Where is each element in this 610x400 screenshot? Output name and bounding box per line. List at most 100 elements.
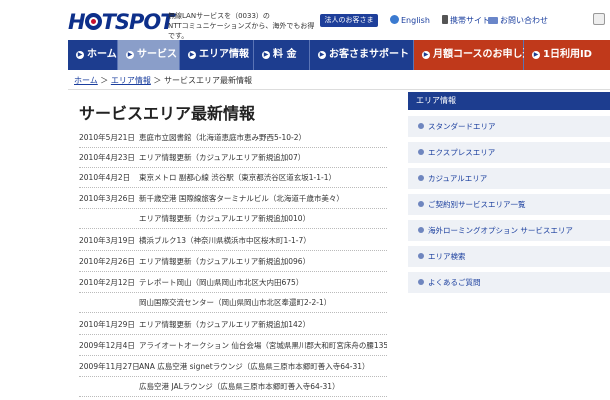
sidebar-heading: エリア情報 — [408, 92, 610, 110]
sidebar-item-contract-area-list[interactable]: ご契約別サービスエリア一覧 — [408, 194, 610, 216]
news-date: 2009年11月27日 — [79, 362, 140, 371]
news-row: 2010年2月12日 テレポート岡山（岡山県岡山市北区大内田675） — [79, 273, 387, 293]
page-title: サービスエリア最新情報 — [79, 104, 256, 123]
news-date: 2009年12月4日 — [79, 341, 135, 350]
logo-o-icon — [84, 13, 102, 30]
breadcrumb-area-info[interactable]: エリア情報 — [111, 76, 151, 85]
news-date: 2010年2月12日 — [79, 278, 135, 287]
arrow-right-icon: ▶ — [126, 51, 134, 59]
news-row: 広島空港 JALラウンジ（広島県三原市本郷町善入寺64-31） — [79, 377, 387, 397]
news-text: エリア情報更新（カジュアルエリア新規追加010） — [139, 214, 311, 223]
news-text: 横浜ブルク13（神奈川県横浜市中区桜木町1-1-7） — [139, 236, 311, 245]
nav-support[interactable]: ▶ お客さまサポート — [310, 40, 414, 70]
divider — [68, 89, 610, 90]
news-row: 2010年3月19日 横浜ブルク13（神奈川県横浜市中区桜木町1-1-7） — [79, 231, 387, 251]
news-row: 2010年1月29日 エリア情報更新（カジュアルエリア新規追加142） — [79, 315, 387, 335]
arrow-right-icon: ▶ — [318, 51, 326, 59]
tagline-line-2: NTTコミュニケーションズから、海外でもお得です。 — [168, 22, 315, 40]
nav-one-day-id[interactable]: ▶ 1日利用ID — [524, 40, 610, 70]
tagline-line-1: 無線LANサービスを（0033）の — [168, 12, 270, 20]
sidebar-item-faq[interactable]: よくあるご質問 — [408, 272, 610, 294]
nav-area-info-label: エリア情報 — [199, 49, 249, 60]
news-row: エリア情報更新（カジュアルエリア新規追加010） — [79, 209, 387, 229]
news-row: 岡山国際交流センター（岡山県岡山市北区奉還町2-2-1） — [79, 293, 387, 313]
news-row: 2010年3月26日 新千歳空港 国際線旅客ターミナルビル（北海道千歳市美々） — [79, 189, 387, 209]
arrow-right-icon — [418, 253, 424, 259]
news-row: 2010年4月2日 東京メトロ 副都心線 渋谷駅（東京都渋谷区道玄坂1-1-1） — [79, 168, 387, 188]
corporate-customers-button[interactable]: 法人のお客さま — [320, 14, 378, 27]
phone-icon — [442, 15, 448, 24]
tagline: 無線LANサービスを（0033）の NTTコミュニケーションズから、海外でもお得… — [168, 11, 318, 41]
page: H TSPOT 無線LANサービスを（0033）の NTTコミュニケーションズから… — [0, 0, 610, 400]
news-date: 2010年4月2日 — [79, 173, 131, 182]
news-text: 東京メトロ 副都心線 渋谷駅（東京都渋谷区道玄坂1-1-1） — [139, 173, 336, 182]
news-text: テレポート岡山（岡山県岡山市北区大内田675） — [139, 278, 304, 287]
mail-icon — [488, 17, 498, 24]
sidebar-item-label: ご契約別サービスエリア一覧 — [428, 200, 526, 209]
news-row: 2010年2月26日 エリア情報更新（カジュアルエリア新規追加096） — [79, 252, 387, 272]
news-text: 恵庭市立図書館（北海道恵庭市恵み野西5-10-2） — [139, 133, 306, 142]
nav-service[interactable]: ▶ サービス — [118, 40, 180, 70]
hotspot-logo[interactable]: H TSPOT — [68, 10, 175, 34]
nav-home-label: ホーム — [87, 49, 117, 60]
sidebar-item-casual-area[interactable]: カジュアルエリア — [408, 168, 610, 190]
sidebar-item-label: エクスプレスエリア — [428, 148, 496, 157]
breadcrumb-separator: ＞ — [150, 76, 164, 85]
news-date: 2010年1月29日 — [79, 320, 135, 329]
arrow-right-icon — [418, 227, 424, 233]
arrow-right-icon: ▶ — [422, 51, 430, 59]
nav-monthly-signup[interactable]: ▶ 月額コースのお申し込み — [414, 40, 543, 70]
nav-area-info[interactable]: ▶ エリア情報 — [180, 40, 254, 70]
sidebar-item-area-search[interactable]: エリア検索 — [408, 246, 610, 268]
sidebar-item-label: スタンダードエリア — [428, 122, 496, 131]
english-link[interactable]: English — [390, 15, 430, 25]
arrow-right-icon: ▶ — [76, 51, 84, 59]
nav-home[interactable]: ▶ ホーム — [68, 40, 118, 70]
news-text: 岡山国際交流センター（岡山県岡山市北区奉還町2-2-1） — [139, 298, 332, 307]
globe-icon — [390, 15, 399, 24]
arrow-right-icon — [418, 201, 424, 207]
search-icon[interactable] — [593, 13, 605, 25]
sidebar-item-roaming-area[interactable]: 海外ローミングオプション サービスエリア — [408, 220, 610, 242]
arrow-right-icon: ▶ — [532, 51, 540, 59]
arrow-right-icon: ▶ — [262, 51, 270, 59]
nav-support-label: お客さまサポート — [329, 49, 409, 60]
arrow-right-icon — [418, 149, 424, 155]
news-text: 広島空港 JALラウンジ（広島県三原市本郷町善入寺64-31） — [139, 382, 340, 391]
breadcrumb-separator: ＞ — [97, 76, 111, 85]
arrow-right-icon: ▶ — [188, 51, 196, 59]
sidebar-item-express-area[interactable]: エクスプレスエリア — [408, 142, 610, 164]
english-link-label: English — [401, 16, 430, 25]
nav-pricing[interactable]: ▶ 料 金 — [254, 40, 310, 70]
sidebar-item-label: カジュアルエリア — [428, 174, 488, 183]
nav-pricing-label: 料 金 — [273, 49, 297, 60]
nav-one-day-id-label: 1日利用ID — [543, 49, 592, 60]
sidebar-item-label: エリア検索 — [428, 252, 466, 261]
header: H TSPOT 無線LANサービスを（0033）の NTTコミュニケーションズから… — [0, 0, 610, 40]
nav-service-label: サービス — [137, 49, 177, 60]
contact-link-label: お問い合わせ — [500, 16, 548, 25]
news-text: 新千歳空港 国際線旅客ターミナルビル（北海道千歳市美々） — [139, 194, 344, 203]
news-date: 2010年5月21日 — [79, 133, 135, 142]
arrow-right-icon — [418, 175, 424, 181]
news-date: 2010年4月23日 — [79, 153, 135, 162]
breadcrumb: ホーム ＞ エリア情報 ＞ サービスエリア最新情報 — [74, 75, 252, 86]
mobile-site-link[interactable]: 携帯サイト — [442, 15, 490, 26]
news-text: エリア情報更新（カジュアルエリア新規追加07） — [139, 153, 306, 162]
news-date: 2010年2月26日 — [79, 257, 135, 266]
sidebar-item-label: よくあるご質問 — [428, 278, 481, 287]
news-date: 2010年3月26日 — [79, 194, 135, 203]
arrow-right-icon — [418, 279, 424, 285]
contact-link[interactable]: お問い合わせ — [488, 15, 548, 26]
mobile-site-link-label: 携帯サイト — [450, 16, 490, 25]
news-text: エリア情報更新（カジュアルエリア新規追加096） — [139, 257, 311, 266]
breadcrumb-home[interactable]: ホーム — [74, 76, 98, 85]
news-text: アライオートオークション 仙台会場（宮城県黒川郡大和町宮床舟の腰135-1） — [139, 341, 387, 350]
sidebar-item-standard-area[interactable]: スタンダードエリア — [408, 116, 610, 138]
breadcrumb-current: サービスエリア最新情報 — [163, 76, 252, 85]
sidebar-item-label: 海外ローミングオプション サービスエリア — [428, 226, 573, 235]
news-row: 2009年11月27日 ANA 広島空港 signetラウンジ（広島県三原市本郷町… — [79, 357, 387, 377]
arrow-right-icon — [418, 123, 424, 129]
global-nav: ▶ ホーム ▶ サービス ▶ エリア情報 ▶ 料 金 ▶ お客さまサポート ▶ 月額コースの… — [68, 40, 610, 70]
news-row: 2010年4月23日 エリア情報更新（カジュアルエリア新規追加07） — [79, 148, 387, 168]
